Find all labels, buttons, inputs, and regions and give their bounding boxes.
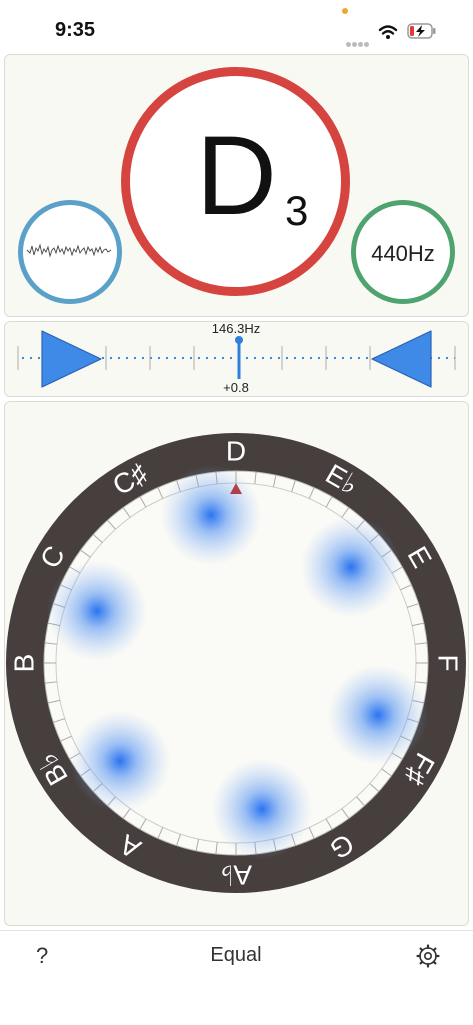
glow-spot [212,759,312,859]
frequency-readout: 146.3Hz [211,321,261,336]
glow-spot [47,561,147,661]
battery-charging-icon [407,23,436,39]
waveform-icon [26,243,112,258]
help-button[interactable]: ? [36,943,48,969]
privacy-indicator-dot [342,8,348,14]
cents-readout: +0.8 [223,380,249,395]
sharp-pointer-triangle [371,330,432,388]
gear-icon[interactable] [416,944,440,968]
glow-spot [301,517,401,617]
waveform-button[interactable] [18,200,122,304]
status-bar: 9:35 [0,0,473,54]
status-time: 9:35 [55,19,96,41]
tuning-circle[interactable]: DE♭EFF♯GA♭AB♭BCC♯ [4,431,468,895]
note-octave: 3 [285,187,309,234]
wifi-icon [378,25,398,39]
note-label: F [433,654,464,671]
note-label: B [9,654,40,673]
glow-spot [161,465,261,565]
temperament-mode-button[interactable]: Equal [186,944,286,967]
flat-pointer-triangle [41,330,102,388]
signal-dots-icon [346,34,370,52]
note-label: D [226,436,246,467]
glow-spot [70,711,170,811]
note-name: D [196,113,277,238]
note-label: A♭ [220,860,252,891]
reference-pitch-label: 440Hz [371,241,435,266]
